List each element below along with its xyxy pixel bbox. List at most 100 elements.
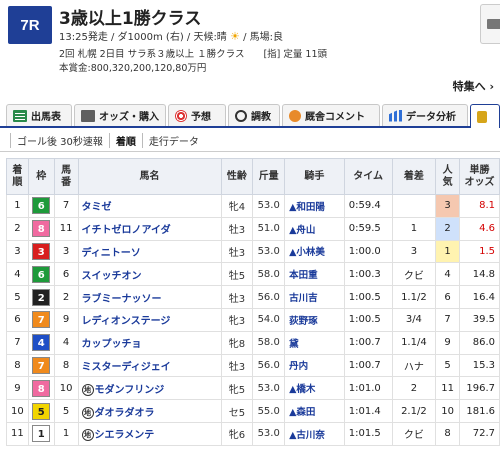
horse-name-link[interactable]: ラブミーナッソー bbox=[77, 285, 222, 309]
popularity-cell: 3 bbox=[435, 194, 461, 218]
weight-cell: 56.0 bbox=[252, 285, 286, 309]
table-row[interactable]: 8 7 8 ミスターディジェイ 牡3 56.0 丹内 1:00.7 ハナ 5 15.3 bbox=[6, 353, 500, 378]
horse-name[interactable]: モダンフリンジ bbox=[95, 385, 165, 396]
header-rank[interactable]: 着順 bbox=[6, 158, 29, 195]
tab-prediction[interactable]: 予想 bbox=[168, 104, 226, 126]
sex-age-cell: 牡3 bbox=[220, 285, 254, 309]
horse-number-cell: 5 bbox=[53, 399, 79, 423]
horse-name-link[interactable]: 地シエラメンテ bbox=[77, 421, 222, 446]
table-row[interactable]: 4 6 6 スイッチオン 牡5 58.0 本田重 1:00.3 クビ 4 14.8 bbox=[6, 262, 500, 287]
header-sex-age[interactable]: 性齢 bbox=[220, 158, 254, 195]
waku-cell: 7 bbox=[27, 307, 55, 332]
horse-name-link[interactable]: ミスターディジェイ bbox=[77, 353, 222, 378]
header-weight[interactable]: 斤量 bbox=[252, 158, 286, 195]
rank-cell: 7 bbox=[6, 330, 29, 355]
table-row[interactable]: 9 8 10 地モダンフリンジ 牝5 53.0 ▲橋木 1:01.0 2 11 196.7 bbox=[6, 376, 500, 401]
table-row[interactable]: 11 1 1 地シエラメンテ 牝6 53.0 ▲古川奈 1:01.5 クビ 8 72.7 bbox=[6, 421, 500, 446]
jockey-link[interactable]: ▲橋木 bbox=[284, 376, 345, 401]
header-margin[interactable]: 着差 bbox=[391, 158, 437, 195]
horse-name-link[interactable]: タミゼ bbox=[77, 194, 222, 218]
jockey-link[interactable]: ▲森田 bbox=[284, 399, 345, 423]
jockey-link[interactable]: 古川吉 bbox=[284, 285, 345, 309]
horse-number-cell: 4 bbox=[53, 330, 79, 355]
odds-icon bbox=[81, 109, 95, 122]
horse-number-cell: 2 bbox=[53, 285, 79, 309]
horse-name[interactable]: ダオラダオラ bbox=[95, 408, 155, 419]
header-waku[interactable]: 枠 bbox=[27, 158, 55, 195]
horse-name-link[interactable]: レディオンステージ bbox=[77, 307, 222, 332]
horse-name-link[interactable]: ディニトーソ bbox=[77, 239, 222, 264]
horse-name[interactable]: ミスターディジェイ bbox=[82, 362, 171, 373]
special-feature-link[interactable]: 特集へ › bbox=[453, 78, 494, 94]
horse-name-link[interactable]: スイッチオン bbox=[77, 262, 222, 287]
odds-cell: 16.4 bbox=[459, 285, 500, 309]
sex-age-cell: 牡3 bbox=[220, 216, 254, 241]
odds-cell: 196.7 bbox=[459, 376, 500, 401]
popularity-cell: 9 bbox=[435, 330, 461, 355]
horse-name-link[interactable]: 地モダンフリンジ bbox=[77, 376, 222, 401]
table-row[interactable]: 6 7 9 レディオンステージ 牝3 54.0 荻野琢 1:00.5 3/4 7 39.5 bbox=[6, 307, 500, 332]
jockey-link[interactable]: ▲舟山 bbox=[284, 216, 345, 241]
margin-cell: 1 bbox=[391, 216, 437, 241]
table-row[interactable]: 7 4 4 カップッチョ 牝8 58.0 黛 1:00.7 1.1/4 9 86.0 bbox=[6, 330, 500, 355]
side-panel-button[interactable] bbox=[480, 4, 500, 44]
margin-cell: 1.1/4 bbox=[391, 330, 437, 355]
table-row[interactable]: 1 6 7 タミゼ 牝4 53.0 ▲和田陽 0:59.4 3 8.1 bbox=[6, 194, 500, 218]
horse-name[interactable]: ディニトーソ bbox=[82, 248, 141, 259]
jockey-link[interactable]: ▲小林美 bbox=[284, 239, 345, 264]
jockey-link[interactable]: ▲古川奈 bbox=[284, 421, 345, 446]
horse-name[interactable]: タミゼ bbox=[82, 202, 112, 213]
horse-name[interactable]: レディオンステージ bbox=[82, 316, 171, 327]
waku-cell: 7 bbox=[27, 353, 55, 378]
table-row[interactable]: 3 3 3 ディニトーソ 牡3 53.0 ▲小林美 1:00.0 3 1 1.5 bbox=[6, 239, 500, 264]
margin-cell: 3/4 bbox=[391, 307, 437, 332]
result-subtabs: ゴール後 30秒速報 着順 走行データ bbox=[10, 132, 205, 148]
horse-name[interactable]: ラブミーナッソー bbox=[82, 294, 162, 305]
tab-stable-comment[interactable]: 厩舎コメント bbox=[282, 104, 380, 126]
horse-name[interactable]: カップッチョ bbox=[82, 339, 142, 350]
table-row[interactable]: 10 5 5 地ダオラダオラ セ5 55.0 ▲森田 1:01.4 2.1/2 10 181.6 bbox=[6, 399, 500, 423]
waku-badge: 5 bbox=[32, 402, 51, 420]
table-row[interactable]: 5 2 2 ラブミーナッソー 牡3 56.0 古川吉 1:00.5 1.1/2 6 16.4 bbox=[6, 285, 500, 309]
horse-name-link[interactable]: 地ダオラダオラ bbox=[77, 399, 222, 423]
header-horse-number[interactable]: 馬番 bbox=[53, 158, 79, 195]
rank-cell: 4 bbox=[6, 262, 29, 287]
weight-cell: 55.0 bbox=[252, 399, 286, 423]
waku-cell: 4 bbox=[27, 330, 55, 355]
horse-name[interactable]: スイッチオン bbox=[82, 271, 142, 282]
jockey-link[interactable]: ▲和田陽 bbox=[284, 194, 345, 218]
jockey-link[interactable]: 丹内 bbox=[284, 353, 345, 378]
weight-cell: 56.0 bbox=[252, 353, 286, 378]
header-jockey[interactable]: 騎手 bbox=[284, 158, 345, 195]
subtab-goal-flash[interactable]: ゴール後 30秒速報 bbox=[10, 132, 109, 148]
sex-age-cell: 牝4 bbox=[220, 194, 254, 218]
tab-training[interactable]: 調教 bbox=[228, 104, 280, 126]
tab-odds[interactable]: オッズ・購入 bbox=[74, 104, 166, 126]
tab-entries[interactable]: 出馬表 bbox=[6, 104, 72, 126]
time-cell: 1:00.7 bbox=[343, 330, 393, 355]
jockey-link[interactable]: 黛 bbox=[284, 330, 345, 355]
jockey-link[interactable]: 荻野琢 bbox=[284, 307, 345, 332]
header-odds[interactable]: 単勝 オッズ bbox=[459, 158, 500, 195]
time-cell: 1:00.3 bbox=[343, 262, 393, 287]
odds-cell: 39.5 bbox=[459, 307, 500, 332]
horse-name-link[interactable]: カップッチョ bbox=[77, 330, 222, 355]
table-header-row: 着順 枠 馬番 馬名 性齢 斤量 騎手 タイム 着差 人気 単勝 オッズ bbox=[6, 158, 500, 195]
margin-cell: 3 bbox=[391, 239, 437, 264]
tab-results[interactable] bbox=[470, 104, 500, 128]
tab-data-analysis[interactable]: データ分析 bbox=[382, 104, 468, 126]
subtab-running-data[interactable]: 走行データ bbox=[141, 132, 205, 148]
header-time[interactable]: タイム bbox=[343, 158, 393, 195]
margin-cell: クビ bbox=[391, 262, 437, 287]
jockey-link[interactable]: 本田重 bbox=[284, 262, 345, 287]
horse-name-link[interactable]: イチトゼロノアイダ bbox=[77, 216, 222, 241]
header-popularity[interactable]: 人気 bbox=[435, 158, 461, 195]
horse-name[interactable]: イチトゼロノアイダ bbox=[82, 225, 171, 236]
results-body: 1 6 7 タミゼ 牝4 53.0 ▲和田陽 0:59.4 3 8.1 2 8 11 イチトゼロノアイダ牡… bbox=[6, 194, 500, 446]
subtab-finish-order[interactable]: 着順 bbox=[108, 132, 142, 148]
waku-cell: 6 bbox=[27, 194, 55, 218]
header-horse-name[interactable]: 馬名 bbox=[77, 158, 222, 195]
race-number-badge: 7R bbox=[8, 6, 52, 44]
horse-name[interactable]: シエラメンテ bbox=[95, 430, 155, 441]
table-row[interactable]: 2 8 11 イチトゼロノアイダ 牡3 51.0 ▲舟山 0:59.5 1 2 4.6 bbox=[6, 216, 500, 241]
